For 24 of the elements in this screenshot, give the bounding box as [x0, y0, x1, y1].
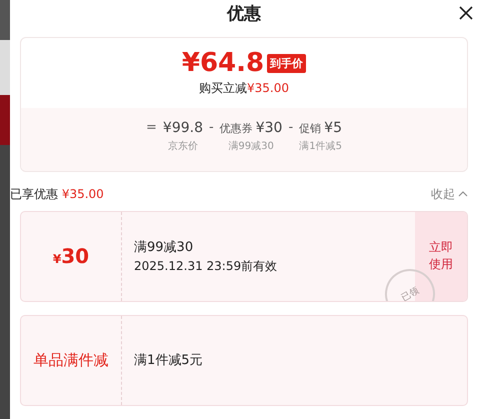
coupon-value: ¥30 — [52, 244, 90, 268]
term-caption: 满99减30 — [228, 140, 274, 153]
term-label: 优惠券 — [220, 120, 253, 136]
operator: - — [209, 120, 214, 135]
term-amount: ¥30 — [256, 120, 282, 136]
price-tag: 到手价 — [267, 54, 306, 73]
close-icon[interactable] — [458, 5, 474, 21]
term-amount: ¥99.8 — [162, 120, 204, 136]
operator: = — [146, 120, 157, 135]
collapse-button[interactable]: 收起 — [431, 186, 468, 203]
term-amount: ¥5 — [324, 120, 342, 136]
coupon-title: 满99减30 — [134, 238, 194, 256]
term-caption: 京东价 — [168, 140, 198, 153]
term-caption: 满1件减5 — [299, 140, 342, 153]
promotion-title: 满1件减5元 — [134, 352, 204, 370]
final-price: ¥64.8 — [182, 48, 264, 78]
caret-icon — [458, 191, 468, 198]
coupon-validity: 2025.12.31 23:59前有效 — [134, 258, 278, 275]
enjoyed-discount: 已享优惠 ¥35.00 — [10, 186, 104, 203]
dialog-title: 优惠 — [227, 3, 261, 26]
instant-discount: 购买立减¥35.00 — [199, 80, 289, 98]
operator: - — [288, 120, 294, 135]
term-label: 促销 — [299, 120, 322, 136]
promotion-name: 单品满件减 — [34, 350, 108, 370]
